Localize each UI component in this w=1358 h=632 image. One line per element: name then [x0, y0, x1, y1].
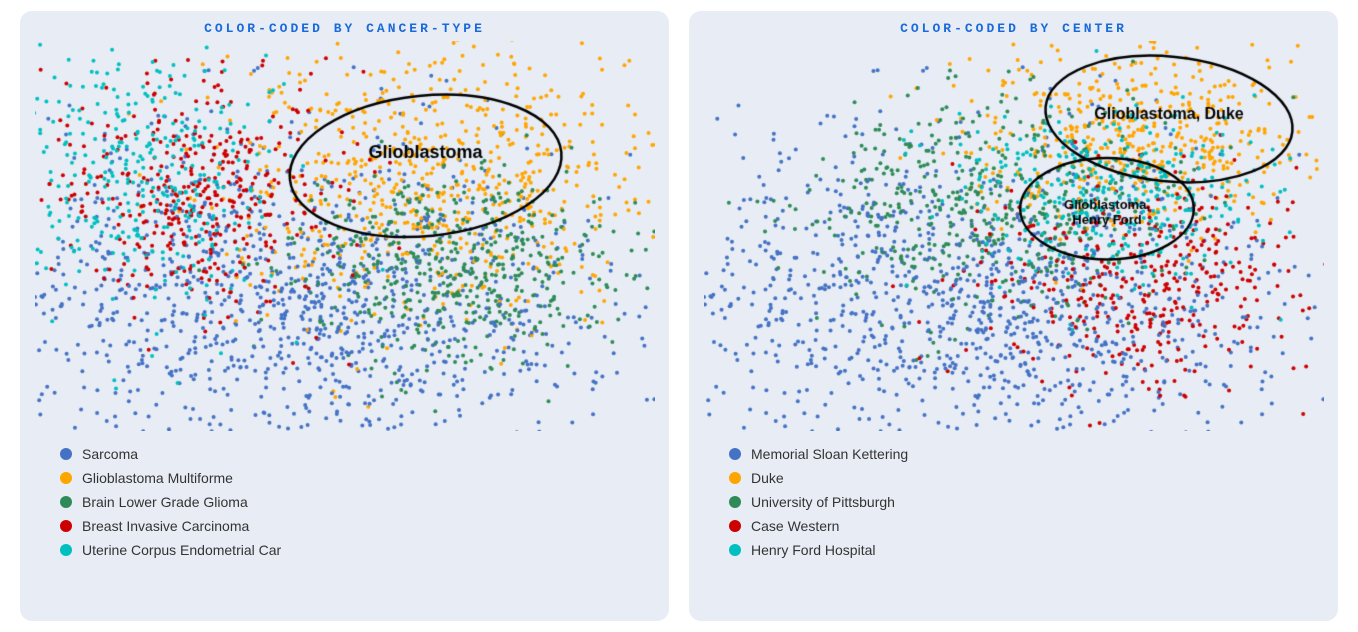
legend-item: Case Western [729, 518, 1308, 534]
legend-dot [60, 544, 72, 556]
legend-label: Duke [751, 470, 784, 486]
legend-label: Brain Lower Grade Glioma [82, 494, 248, 510]
legend-label: Uterine Corpus Endometrial Car [82, 542, 281, 558]
legend-label: University of Pittsburgh [751, 494, 895, 510]
legend-item: Memorial Sloan Kettering [729, 446, 1308, 462]
legend-dot [729, 544, 741, 556]
legend-dot [729, 520, 741, 532]
left-panel-title: COLOR-CODED BY CANCER-TYPE [204, 21, 485, 36]
legend-item: University of Pittsburgh [729, 494, 1308, 510]
legend-dot [60, 496, 72, 508]
legend-item: Henry Ford Hospital [729, 542, 1308, 558]
legend-label: Breast Invasive Carcinoma [82, 518, 249, 534]
legend-item: Brain Lower Grade Glioma [60, 494, 639, 510]
legend-label: Memorial Sloan Kettering [751, 446, 908, 462]
right-scatter [704, 41, 1324, 431]
legend-dot [60, 448, 72, 460]
right-legend: Memorial Sloan Kettering Duke University o… [699, 431, 1328, 563]
right-panel: COLOR-CODED BY CENTER Memorial Sloan Ket… [689, 11, 1338, 621]
legend-label: Case Western [751, 518, 839, 534]
legend-dot [60, 520, 72, 532]
legend-item: Breast Invasive Carcinoma [60, 518, 639, 534]
legend-dot [60, 472, 72, 484]
legend-item: Glioblastoma Multiforme [60, 470, 639, 486]
left-panel: COLOR-CODED BY CANCER-TYPE Sarcoma Gliobl… [20, 11, 669, 621]
legend-item: Uterine Corpus Endometrial Car [60, 542, 639, 558]
legend-dot [729, 496, 741, 508]
legend-item: Sarcoma [60, 446, 639, 462]
right-panel-title: COLOR-CODED BY CENTER [900, 21, 1127, 36]
left-scatter [35, 41, 655, 431]
legend-label: Glioblastoma Multiforme [82, 470, 233, 486]
legend-label: Sarcoma [82, 446, 138, 462]
left-legend: Sarcoma Glioblastoma Multiforme Brain Lowe… [30, 431, 659, 563]
legend-dot [729, 472, 741, 484]
legend-label: Henry Ford Hospital [751, 542, 876, 558]
legend-item: Duke [729, 470, 1308, 486]
legend-dot [729, 448, 741, 460]
